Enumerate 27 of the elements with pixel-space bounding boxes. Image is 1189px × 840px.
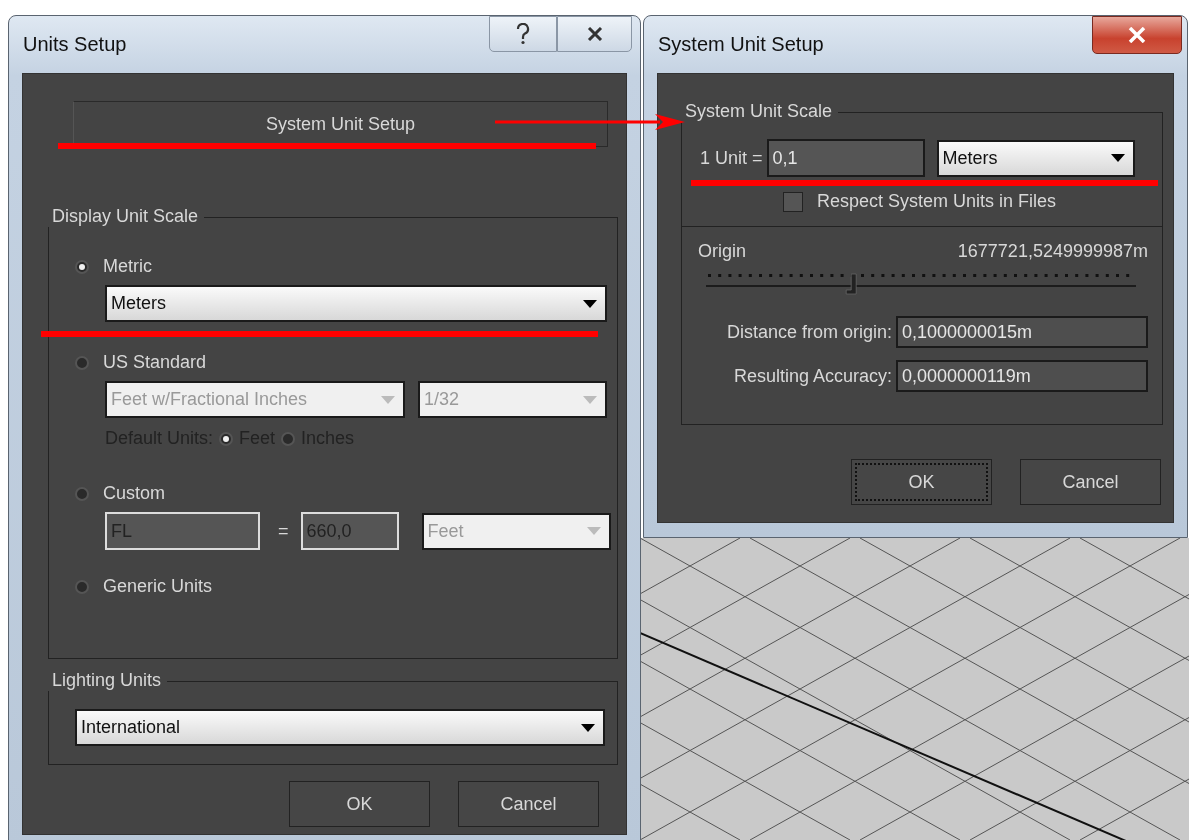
equals-sign: = xyxy=(278,520,289,542)
field-label: 1 Unit = xyxy=(700,147,763,169)
ok-button[interactable]: OK xyxy=(851,459,992,505)
dropdown[interactable]: Meters xyxy=(936,139,1135,177)
ok-button[interactable]: OK xyxy=(289,781,430,827)
origin-reading: 1677721,5249999987m xyxy=(957,241,1148,262)
window-title: System Unit Setup xyxy=(658,33,824,56)
field-label: Origin xyxy=(698,241,746,262)
dropdown[interactable]: International xyxy=(75,709,605,746)
radio-label: Generic Units xyxy=(103,576,213,597)
group-label: Display Unit Scale xyxy=(48,206,205,227)
radio-label: Metric xyxy=(103,256,152,277)
text-field[interactable]: 0,1000000015m xyxy=(896,316,1148,348)
dropdown[interactable]: Meters xyxy=(105,285,607,322)
checkbox-label: Respect System Units in Files xyxy=(817,191,1057,212)
radio-label: Custom xyxy=(103,483,165,504)
field-label: Distance from origin: xyxy=(726,321,892,343)
system-unit-setup-button[interactable]: System Unit Setup xyxy=(73,101,608,147)
radio-label: US Standard xyxy=(103,352,207,373)
group-label: Lighting Units xyxy=(48,670,168,691)
text-field[interactable]: 0,0000000119m xyxy=(896,360,1148,392)
text-field[interactable]: 0,1 xyxy=(766,139,925,177)
field-label: Resulting Accuracy: xyxy=(733,365,892,387)
window-title: Units Setup xyxy=(23,33,127,56)
group-label: System Unit Scale xyxy=(681,101,839,122)
cancel-button[interactable]: Cancel xyxy=(1020,459,1161,505)
cancel-button[interactable]: Cancel xyxy=(458,781,599,827)
